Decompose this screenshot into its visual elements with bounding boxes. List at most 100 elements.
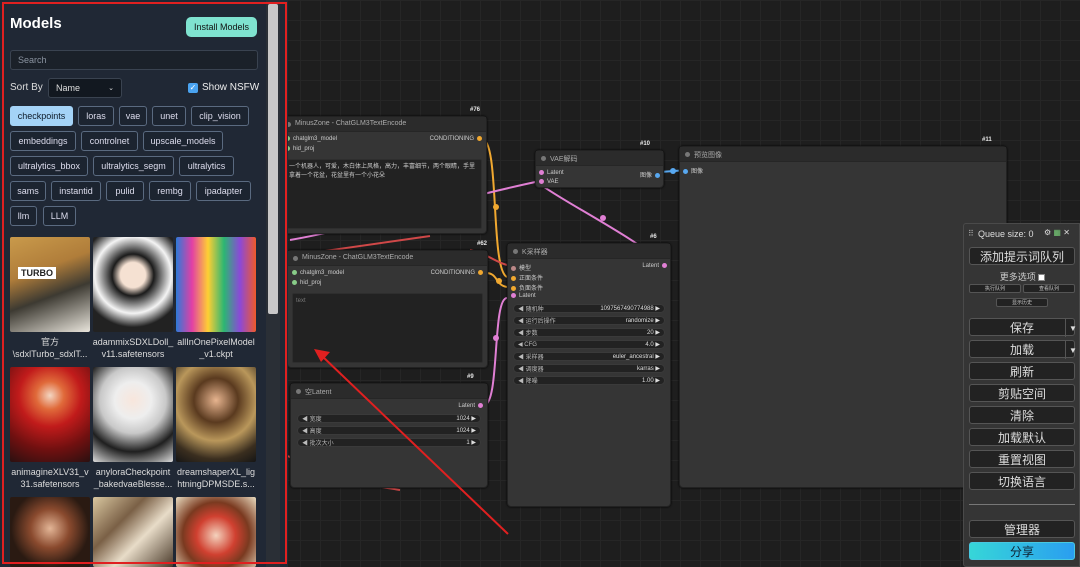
- reset-view-button[interactable]: 重置视图: [969, 450, 1075, 468]
- chatglm-encode-node-62[interactable]: MinusZone - ChatGLM3TextEncode chatglm3_…: [287, 250, 488, 368]
- input-port-vae[interactable]: VAE: [539, 179, 559, 185]
- search-input[interactable]: [10, 50, 258, 70]
- model-thumbnail[interactable]: [93, 497, 173, 567]
- tag-controlnet[interactable]: controlnet: [81, 131, 138, 151]
- model-caption: anyloraCheckpoint _bakedvaeBlesse...: [93, 467, 173, 489]
- queue-panel: ⠿ Queue size: 0 ⚙ ▦ ✕ 添加提示词队列 更多选项 执行队列 …: [963, 223, 1080, 567]
- tag-ultralytics-bbox[interactable]: ultralytics_bbox: [10, 156, 88, 176]
- input-port-positive[interactable]: 正面条件: [511, 273, 543, 282]
- load-default-button[interactable]: 加载默认: [969, 428, 1075, 446]
- model-thumbnail[interactable]: [176, 237, 256, 332]
- output-port-latent[interactable]: Latent: [642, 263, 667, 269]
- vae-decode-node[interactable]: VAE解码 Latent VAE 图像: [535, 150, 664, 188]
- output-port-image[interactable]: 图像: [640, 170, 660, 179]
- empty-latent-node[interactable]: 空Latent Latent ◀ 宽度 1024 ▶ ◀ 高度 1024 ▶ ◀ 批…: [290, 383, 488, 488]
- share-button[interactable]: 分享: [969, 542, 1075, 560]
- image-icon[interactable]: ▦: [1053, 228, 1061, 237]
- input-port-latent[interactable]: Latent: [511, 293, 536, 299]
- input-port-chatglm3-model[interactable]: chatglm3_model: [285, 136, 337, 142]
- chevron-down-icon[interactable]: ▼: [1065, 341, 1080, 359]
- prompt-textarea[interactable]: text: [292, 293, 483, 363]
- cfg-widget[interactable]: ◀ CFG 4.0 ▶: [513, 340, 665, 349]
- model-thumbnail[interactable]: [93, 367, 173, 462]
- preview-image-node[interactable]: 预览图像 图像: [679, 146, 1007, 488]
- input-port-latent[interactable]: Latent: [539, 170, 564, 176]
- tag-ultralytics[interactable]: ultralytics: [179, 156, 234, 176]
- tag-embeddings[interactable]: embeddings: [10, 131, 76, 151]
- tag-ultralytics-segm[interactable]: ultralytics_segm: [93, 156, 174, 176]
- input-port-model[interactable]: 模型: [511, 263, 531, 272]
- input-port-image[interactable]: 图像: [683, 166, 703, 175]
- tag-sams[interactable]: sams: [10, 181, 46, 201]
- chatglm-encode-node-76[interactable]: MinusZone - ChatGLM3TextEncode chatglm3_…: [280, 116, 487, 234]
- switch-language-button[interactable]: 切换语言: [969, 472, 1075, 490]
- queue-size-label: Queue size: 0: [978, 229, 1034, 239]
- output-port-conditioning[interactable]: CONDITIONING: [430, 136, 482, 142]
- tag-vae[interactable]: vae: [119, 106, 147, 126]
- close-icon[interactable]: ✕: [1063, 228, 1070, 237]
- batch-size-widget[interactable]: ◀ 批次大小 1 ▶: [297, 438, 481, 447]
- model-thumbnail[interactable]: [93, 237, 173, 332]
- scrollbar-thumb[interactable]: [268, 4, 278, 314]
- show-nsfw-toggle[interactable]: ✓ Show NSFW: [188, 82, 259, 93]
- refresh-button[interactable]: 刷新: [969, 362, 1075, 380]
- width-widget[interactable]: ◀ 宽度 1024 ▶: [297, 414, 481, 423]
- prompt-textarea[interactable]: 一个机器人，可爱，木白体上风格，高力，丰富细节，两个眼睛，手里拿着一个花盆，花盆…: [285, 159, 482, 229]
- input-port-chatglm3-model[interactable]: chatglm3_model: [292, 270, 344, 276]
- manager-button[interactable]: 管理器: [969, 520, 1075, 538]
- chevron-down-icon[interactable]: ▼: [1065, 319, 1080, 337]
- sampler-widget[interactable]: ◀ 采样器 euler_ancestral ▶: [513, 352, 665, 361]
- view-queue-button[interactable]: 查看队列: [1023, 284, 1075, 293]
- drag-handle-icon[interactable]: ⠿: [968, 229, 974, 238]
- model-thumbnail[interactable]: TURBO: [10, 237, 90, 332]
- steps-widget[interactable]: ◀ 步数 20 ▶: [513, 328, 665, 337]
- load-button[interactable]: 加载 ▼: [969, 340, 1077, 359]
- more-options-checkbox[interactable]: [1038, 274, 1046, 282]
- chevron-down-icon: ⌄: [108, 85, 114, 92]
- tag-rembg[interactable]: rembg: [149, 181, 191, 201]
- input-port-hid-proj[interactable]: hid_proj: [292, 280, 321, 286]
- tag-llm-lower[interactable]: llm: [10, 206, 37, 226]
- tag-instantid[interactable]: instantid: [51, 181, 101, 201]
- sort-by-label: Sort By: [10, 82, 43, 93]
- output-port-latent[interactable]: Latent: [458, 403, 483, 409]
- scheduler-widget[interactable]: ◀ 调度器 karras ▶: [513, 364, 665, 373]
- add-prompt-queue-button[interactable]: 添加提示词队列: [969, 247, 1075, 265]
- tag-pulid[interactable]: pulid: [106, 181, 144, 201]
- tag-clip-vision[interactable]: clip_vision: [191, 106, 249, 126]
- exec-queue-button[interactable]: 执行队列: [969, 284, 1021, 293]
- input-port-negative[interactable]: 负面条件: [511, 283, 543, 292]
- model-caption: animagineXLV31_v 31.safetensors: [11, 467, 89, 489]
- denoise-widget[interactable]: ◀ 降噪 1.00 ▶: [513, 376, 665, 385]
- sort-select[interactable]: Name ⌄: [48, 78, 122, 98]
- more-options-row: 更多选项: [964, 270, 1080, 283]
- model-thumbnail[interactable]: [176, 367, 256, 462]
- view-history-button[interactable]: 显示历史: [996, 298, 1048, 307]
- tag-ipadapter[interactable]: ipadapter: [196, 181, 251, 201]
- tag-llm-upper[interactable]: LLM: [43, 206, 76, 226]
- model-thumbnail[interactable]: [10, 497, 90, 567]
- model-thumbnail[interactable]: [10, 367, 90, 462]
- model-thumbnail[interactable]: [176, 497, 256, 567]
- tag-checkpoints[interactable]: checkpoints: [10, 106, 73, 126]
- ksampler-node[interactable]: K采样器 模型 正面条件 负面条件 Latent Latent ◀ 随机种 109…: [507, 243, 671, 507]
- tag-upscale-models[interactable]: upscale_models: [143, 131, 223, 151]
- node-title: VAE解码: [536, 151, 663, 166]
- tag-loras[interactable]: loras: [78, 106, 114, 126]
- control-after-widget[interactable]: ◀ 运行后操作 randomize ▶: [513, 316, 665, 325]
- tag-unet[interactable]: unet: [152, 106, 186, 126]
- input-port-hid-proj[interactable]: hid_proj: [285, 146, 314, 152]
- model-caption: adammixSDXLDoll_ v11.safetensors: [92, 337, 174, 359]
- node-id-76: #76: [470, 107, 481, 113]
- install-models-button[interactable]: Install Models: [186, 17, 257, 37]
- checkbox-checked-icon[interactable]: ✓: [188, 82, 198, 93]
- seed-widget[interactable]: ◀ 随机种 1097567490774988 ▶: [513, 304, 665, 313]
- node-title: 预览图像: [680, 147, 1006, 162]
- clipspace-button[interactable]: 剪贴空间: [969, 384, 1075, 402]
- output-port-conditioning[interactable]: CONDITIONING: [431, 270, 483, 276]
- sort-select-value: Name: [56, 83, 81, 93]
- clear-button[interactable]: 清除: [969, 406, 1075, 424]
- gear-icon[interactable]: ⚙: [1044, 228, 1051, 237]
- height-widget[interactable]: ◀ 高度 1024 ▶: [297, 426, 481, 435]
- save-button[interactable]: 保存 ▼: [969, 318, 1077, 337]
